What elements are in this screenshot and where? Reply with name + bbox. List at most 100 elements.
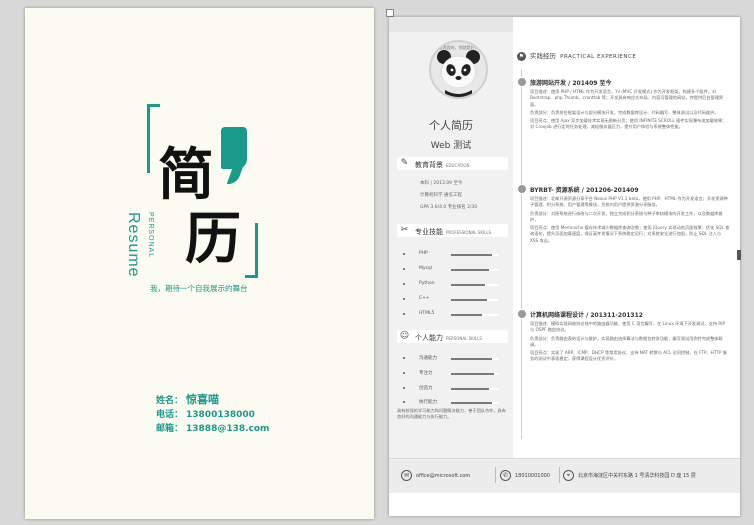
- cover-resume-vertical: Resume PERSONAL: [120, 212, 154, 278]
- page-corner-handle[interactable]: [386, 9, 394, 17]
- section-title-en: PROFESSIONAL SKILLS: [446, 230, 492, 235]
- section-title-en: PERSONAL SKILLS: [446, 336, 482, 341]
- project-body: 项目描述：北邮开源资源分享平台 Nexus PHP V1.1 beta，使用 P…: [530, 196, 730, 246]
- project-title: BYRBT- 资源系统 / 201206-201409: [530, 187, 639, 194]
- skill-name: PHP: [419, 251, 428, 256]
- ability-bar: [451, 388, 499, 390]
- ability-name: 沟通能力: [419, 356, 437, 361]
- project-paragraph: 负责部分：对原系统进行修改与二次开发，独立完成积分系统与种子审核模块的开发工作，…: [530, 210, 723, 222]
- bullet-icon: [403, 401, 405, 403]
- ability-row: 创造力: [403, 385, 503, 393]
- ability-bar-fill: [451, 373, 495, 375]
- contact-label: 电话：: [156, 410, 184, 420]
- project-body: 项目描述：使用 PHP / HTML 作为开发语言，Yii (MVC 开发模式)…: [530, 89, 730, 133]
- ability-bar: [451, 373, 499, 375]
- project-body: 项目描述：模拟实现网络协议栈中的路由器功能，使用 C 语言编写，在 Linux …: [530, 321, 730, 365]
- footer-address: ⌖ 北京市海淀区中关村东路 1 号清华科技园 D 座 15 层: [563, 470, 696, 481]
- cover-contact-name: 姓名： 惊喜喵: [156, 391, 219, 407]
- avatar-caption: 看透我的，你就是好人: [438, 45, 479, 50]
- ability-row: 沟通能力: [403, 355, 503, 363]
- bullet-icon: [403, 298, 405, 300]
- skill-bar: [451, 254, 499, 256]
- contact-label: 邮箱：: [156, 424, 184, 434]
- ability-row: 专注力: [403, 370, 503, 378]
- skill-bar: [451, 284, 499, 286]
- contact-value: 13888@138.com: [186, 424, 270, 434]
- project-paragraph: 项目亮点：使用 Memcache 缓存技术减少数据库查询次数；使用 jQuery…: [530, 225, 730, 243]
- skill-bar-fill: [451, 284, 485, 286]
- skill-bar-fill: [451, 269, 490, 271]
- personal-word: PERSONAL: [147, 212, 154, 259]
- bullet-icon: [403, 268, 405, 270]
- edit-icon: ✎: [400, 158, 409, 168]
- section-title: 实践经历: [530, 52, 556, 60]
- skill-bar: [451, 299, 499, 301]
- person-icon: ☺: [399, 331, 410, 341]
- footer-phone: ✆ 18010001000: [500, 470, 550, 481]
- cover-char-2: 历: [185, 206, 241, 272]
- education-heading: ✎ 教育背景 EDUCATION: [397, 157, 508, 170]
- resume-subtitle: Web 测试: [430, 141, 472, 151]
- skill-name: HTML5: [419, 311, 435, 316]
- footer-email-text: office@microsoft.com: [416, 473, 471, 479]
- footer-address-text: 北京市海淀区中关村东路 1 号清华科技园 D 座 15 层: [578, 473, 696, 479]
- phone-icon: ✆: [500, 470, 511, 481]
- location-pin-icon: ⌖: [563, 470, 574, 481]
- ability-bar: [451, 358, 499, 360]
- project-paragraph: 负责部分：负责路由表的设计与维护，实现路由选择算法与数据包转发功能，编写测试用例…: [530, 335, 723, 347]
- skill-name: Python: [419, 281, 435, 286]
- resume-footer: ✉ office@microsoft.com ✆ 18010001000 ⌖ 北京市海…: [389, 458, 740, 493]
- ability-bar: [451, 402, 499, 404]
- bullet-icon: [403, 253, 405, 255]
- skill-bar-fill: [451, 314, 483, 316]
- timeline-dot: [517, 184, 527, 194]
- footer-email: ✉ office@microsoft.com: [401, 470, 470, 481]
- resume-word: Resume: [125, 212, 142, 278]
- resume-page: 看透我的，你就是好人 个人简历 Web 测试 ✎ 教育背景 EDUCATION 本…: [389, 17, 740, 516]
- ability-row: 执行能力: [403, 399, 503, 407]
- timeline-dot: [517, 309, 527, 319]
- section-title: 个人能力: [415, 334, 443, 342]
- project-paragraph: 项目描述：模拟实现网络协议栈中的路由器功能，使用 C 语言编写，在 Linux …: [530, 321, 726, 333]
- ability-bar-fill: [451, 358, 492, 360]
- skill-bar-fill: [451, 299, 487, 301]
- contact-value: 惊喜喵: [186, 393, 220, 406]
- section-title: 教育背景: [415, 161, 443, 169]
- ability-name: 专注力: [419, 371, 433, 376]
- education-line: 本科 | 2013.09 至今: [420, 181, 463, 186]
- mail-icon: ✉: [401, 470, 412, 481]
- education-line: GPA 3.6/4.0 专业排名 2/30: [420, 205, 478, 210]
- avatar: 看透我的，你就是好人: [429, 40, 488, 99]
- section-title-en: EDUCATION: [446, 163, 470, 168]
- ability-bar-fill: [451, 388, 490, 390]
- project-paragraph: 项目亮点：使用 Ajax 异步加载技术实现无刷新分页；使用 INFINITE S…: [530, 118, 727, 130]
- tools-icon: ✂: [400, 225, 409, 235]
- skills-heading: ✂ 专业技能 PROFESSIONAL SKILLS: [397, 224, 508, 237]
- sidebar-top-band: [389, 17, 513, 32]
- resume-title: 个人简历: [429, 119, 473, 132]
- skill-bar: [451, 314, 499, 316]
- skill-bar-fill: [451, 254, 492, 256]
- timeline-dot: [517, 77, 527, 87]
- skill-row: Python: [403, 281, 503, 289]
- contact-label: 姓名：: [156, 396, 184, 406]
- cover-contact-email: 邮箱： 13888@138.com: [156, 421, 269, 434]
- experience-heading: ⚑ 实践经历 PRACTICAL EXPERIENCE: [517, 50, 636, 61]
- project-paragraph: 项目描述：使用 PHP / HTML 作为开发语言，Yii (MVC 开发模式)…: [530, 89, 724, 107]
- page-resize-handle[interactable]: [737, 250, 741, 260]
- project-paragraph: 项目亮点：实现了 ARP、ICMP、DHCP 等常用协议，支持 NAT 转换与 …: [530, 350, 727, 362]
- education-line: 计算机科学 通信工程: [420, 193, 462, 198]
- footer-divider: [495, 467, 496, 483]
- cover-bracket-right: [245, 223, 258, 278]
- cover-quote-mark: [221, 127, 247, 169]
- ability-name: 创造力: [419, 386, 433, 391]
- cover-contact-phone: 电话： 13800138000: [156, 407, 255, 420]
- bullet-icon: [403, 387, 405, 389]
- project-paragraph: 负责部分：负责前台框架设计与部分模块开发，完成数据库设计、代码编写、整体测试以及…: [530, 109, 719, 115]
- skill-row: Mysql: [403, 266, 503, 274]
- ability-name: 执行能力: [419, 400, 437, 405]
- bullet-icon: [403, 372, 405, 374]
- contact-value: 13800138000: [186, 410, 255, 420]
- ability-note: 具有较强的学习能力和问题解决能力，善于团队合作，具有良好的沟通能力与执行能力。: [397, 408, 506, 419]
- section-title: 专业技能: [415, 228, 443, 236]
